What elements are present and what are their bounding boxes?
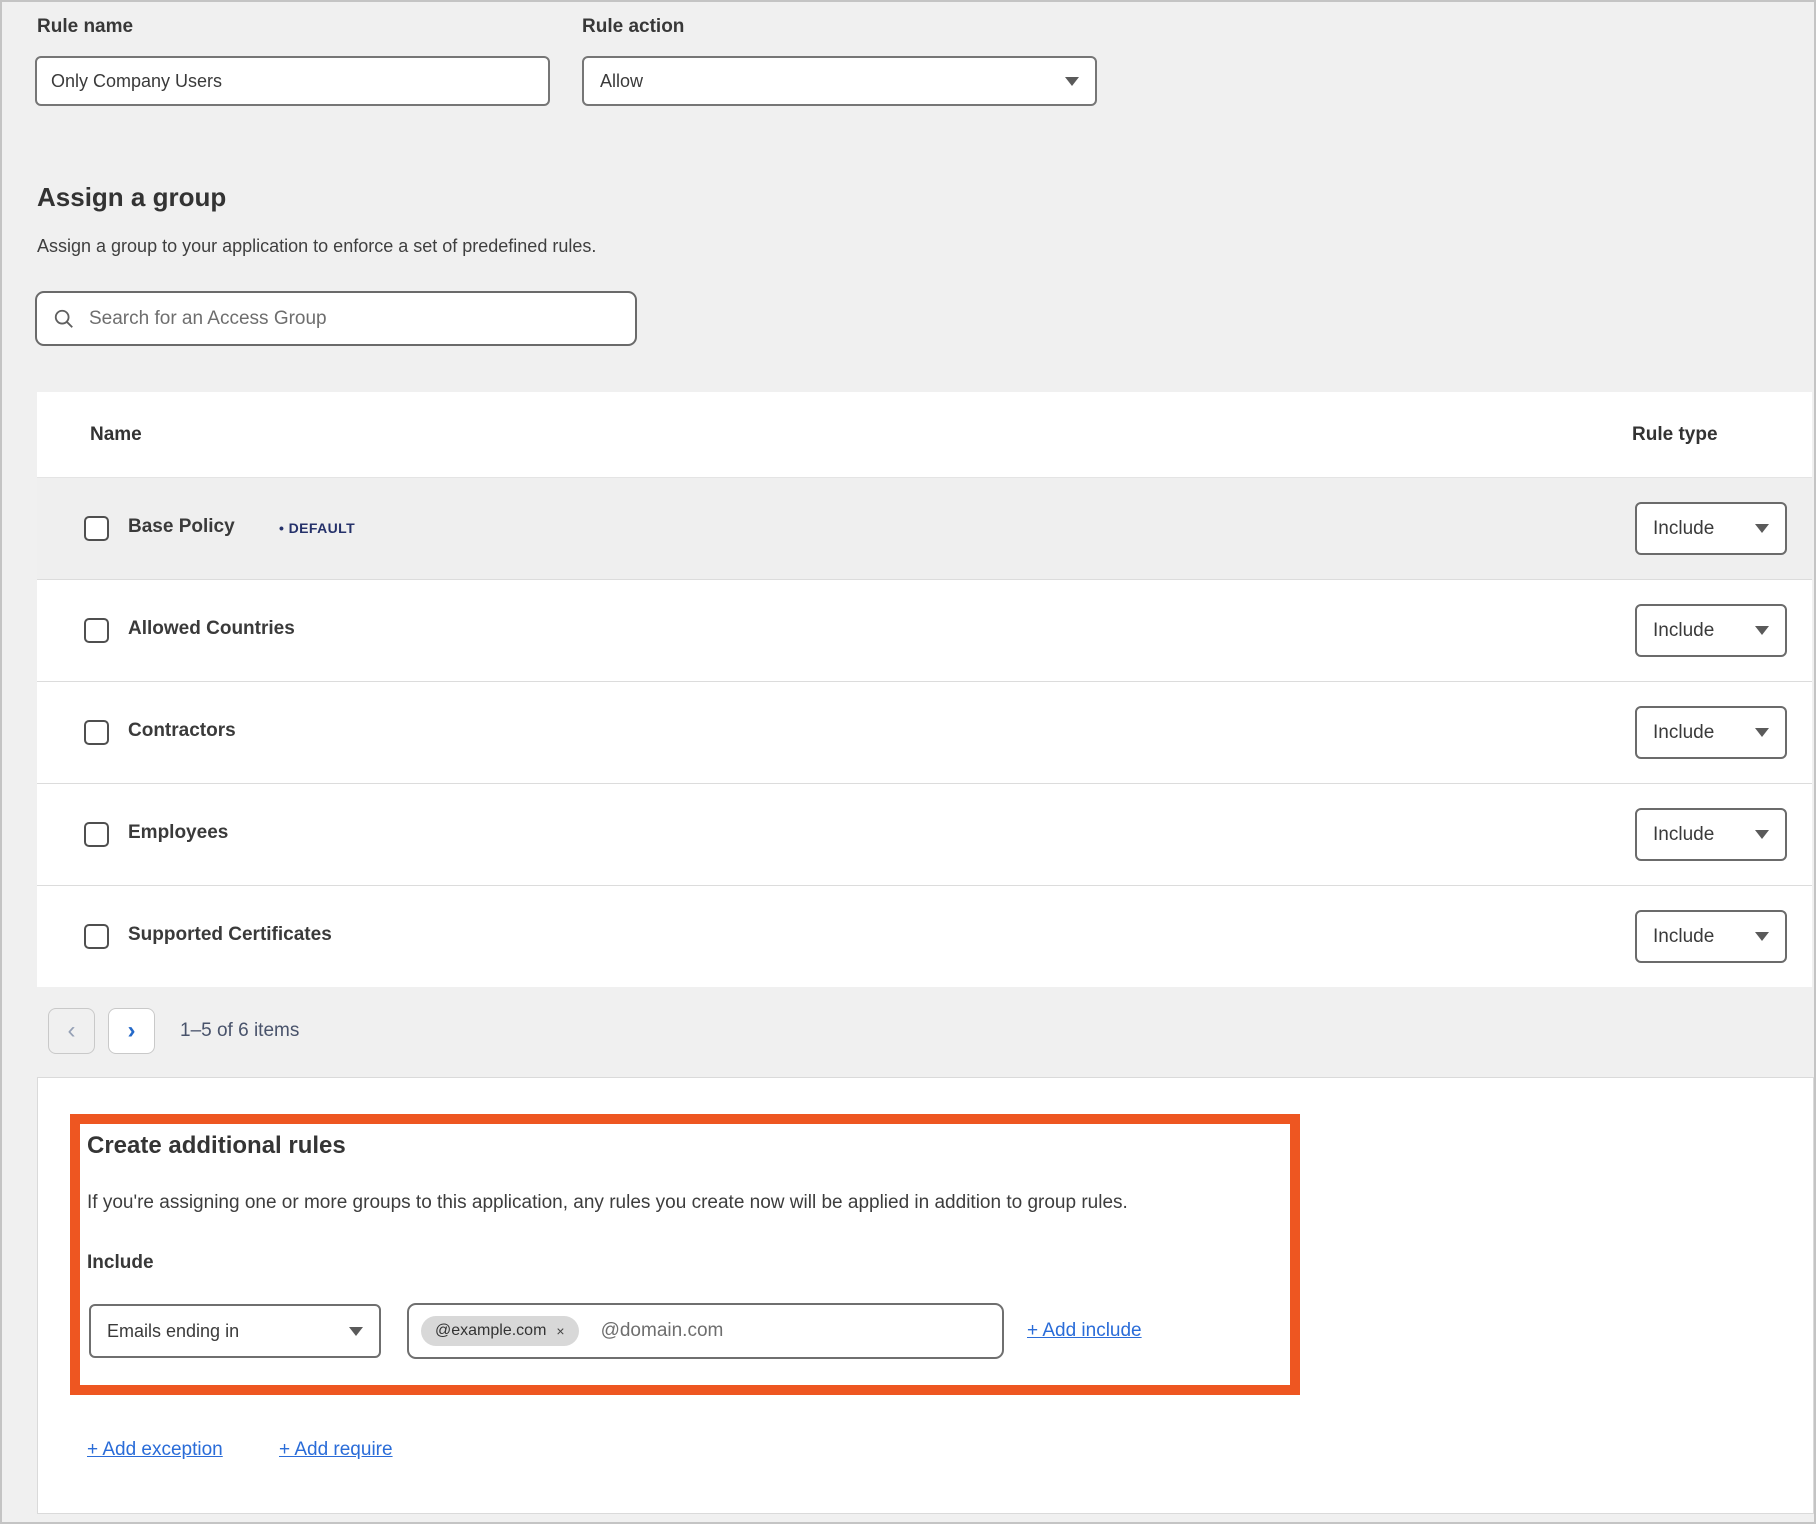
default-badge: • DEFAULT [279,520,355,536]
assign-group-description: Assign a group to your application to en… [37,236,596,257]
chevron-left-icon: ‹ [68,1017,76,1045]
rule-type-select[interactable]: Include [1635,808,1787,861]
rule-type-select[interactable]: Include [1635,502,1787,555]
chevron-down-icon [1755,728,1769,737]
include-condition-value: Emails ending in [107,1321,239,1342]
access-group-search[interactable] [35,291,637,346]
rule-configuration-page: Rule name Rule action Allow Assign a gro… [0,0,1816,1524]
add-require-link[interactable]: + Add require [279,1439,393,1461]
rule-type-select[interactable]: Include [1635,706,1787,759]
rule-type-value: Include [1653,722,1714,744]
email-domain-tag-value: @example.com [435,1322,546,1340]
table-row: Allowed Countries Include [37,579,1812,681]
row-checkbox[interactable] [84,618,109,643]
table-body: Base Policy • DEFAULT Include Allowed Co… [37,477,1812,987]
table-row: Base Policy • DEFAULT Include [37,477,1812,579]
column-header-rule-type: Rule type [1632,424,1718,446]
row-checkbox[interactable] [84,822,109,847]
chevron-down-icon [1065,77,1079,86]
rule-type-select[interactable]: Include [1635,604,1787,657]
assign-group-heading: Assign a group [37,182,226,213]
create-additional-rules-description: If you're assigning one or more groups t… [87,1192,1128,1214]
chevron-down-icon [349,1327,363,1336]
rule-name-label: Rule name [37,16,133,38]
chevron-down-icon [1755,524,1769,533]
table-row: Employees Include [37,783,1812,885]
include-condition-select[interactable]: Emails ending in [89,1304,381,1358]
group-name: Employees [128,822,228,844]
add-include-link[interactable]: + Add include [1027,1320,1142,1342]
row-checkbox[interactable] [84,720,109,745]
pagination-label: 1–5 of 6 items [180,1020,299,1042]
group-name: Contractors [128,720,236,742]
rule-name-input[interactable] [35,56,550,106]
row-checkbox[interactable] [84,516,109,541]
pagination-next-button[interactable]: › [108,1008,155,1054]
remove-tag-icon[interactable]: × [556,1323,564,1339]
access-groups-table: Name Rule type Base Policy • DEFAULT Inc… [37,392,1812,987]
rule-type-value: Include [1653,926,1714,948]
email-domain-placeholder: @domain.com [601,1320,724,1342]
rule-action-value: Allow [600,71,643,92]
row-checkbox[interactable] [84,924,109,949]
rule-type-value: Include [1653,824,1714,846]
rule-action-label: Rule action [582,16,684,38]
table-header: Name Rule type [37,392,1812,477]
table-row: Contractors Include [37,681,1812,783]
group-name: Allowed Countries [128,618,295,640]
rule-action-select[interactable]: Allow [582,56,1097,106]
rule-type-value: Include [1653,620,1714,642]
rule-type-value: Include [1653,518,1714,540]
email-domain-input[interactable]: @example.com × @domain.com [407,1303,1004,1359]
chevron-down-icon [1755,626,1769,635]
include-label: Include [87,1252,154,1274]
group-name: Supported Certificates [128,924,332,946]
search-input[interactable] [87,307,619,331]
add-exception-link[interactable]: + Add exception [87,1439,223,1461]
chevron-down-icon [1755,830,1769,839]
rule-type-select[interactable]: Include [1635,910,1787,963]
email-domain-tag: @example.com × [421,1316,579,1346]
column-header-name: Name [90,424,142,446]
chevron-down-icon [1755,932,1769,941]
search-icon [53,308,75,330]
table-row: Supported Certificates Include [37,885,1812,987]
create-additional-rules-heading: Create additional rules [87,1132,346,1160]
pagination-prev-button[interactable]: ‹ [48,1008,95,1054]
group-name: Base Policy [128,516,235,538]
chevron-right-icon: › [128,1017,136,1045]
